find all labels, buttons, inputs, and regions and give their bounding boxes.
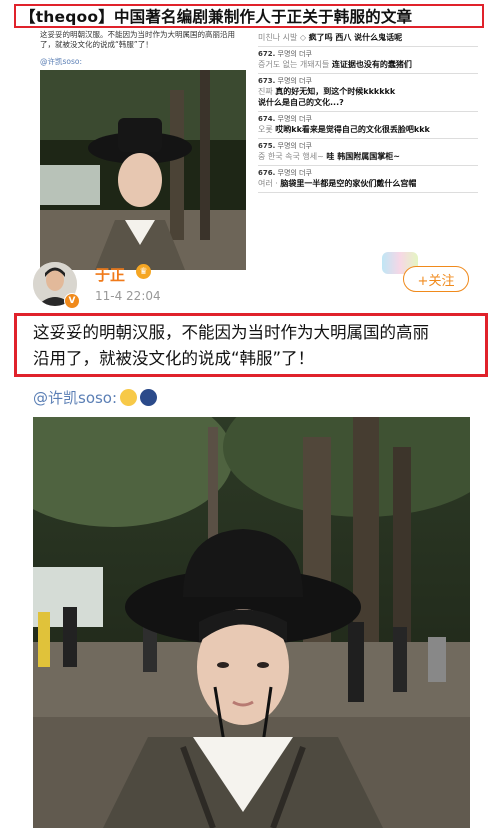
mini-post-photo [40, 70, 246, 270]
verified-badge-icon: V [64, 293, 80, 309]
post-photo[interactable] [33, 417, 470, 828]
follow-button[interactable]: +关注 [403, 266, 469, 292]
caption-line-2: 沿用了，就被没文化的说成“韩服”了！ [33, 349, 315, 368]
username[interactable]: 于正 [95, 264, 125, 285]
moon-emoji-icon [140, 389, 158, 406]
mini-post-caption: 这妥妥的明朝汉服。不能因为当时作为大明属国的高丽沿用了，就被没文化的说成“韩服”… [40, 30, 235, 49]
comment-item: 미친나 시발 ◇ 疯了吗 西八 说什么鬼话呢 [258, 30, 478, 47]
caption-line-1: 这妥妥的明朝汉服，不能因为当时作为大明属国的高丽 [33, 323, 429, 342]
mini-post-mention[interactable]: @许凯soso: [40, 56, 82, 67]
crown-badge-icon: ♛ [136, 264, 151, 279]
comment-item: 674. 무명의 더쿠 오롯 哎哟kk看来是觉得自己的文化很丢脸吧kkk [258, 112, 478, 139]
mention-text[interactable]: @许凯soso: [33, 389, 117, 407]
comment-item: 673. 무명의 더쿠 진짜 真的好无知，到这个时候kkkkkk 说什么是自己的… [258, 74, 478, 112]
comment-item: 672. 무명의 더쿠 증거도 없는 개돼지들 连证据也没有的蠢猪们 [258, 47, 478, 74]
headline-text: 【theqoo】中国著名编剧兼制作人于正关于韩服的文章 [20, 8, 413, 26]
comment-list: 미친나 시발 ◇ 疯了吗 西八 说什么鬼话呢 672. 무명의 더쿠 증거도 없… [258, 30, 478, 193]
post-time: 11-4 22:04 [95, 289, 161, 303]
headline-banner: 【theqoo】中国著名编剧兼制作人于正关于韩服的文章 [14, 4, 484, 28]
post-caption: 这妥妥的明朝汉服，不能因为当时作为大明属国的高丽 沿用了，就被没文化的说成“韩服… [14, 313, 488, 377]
comment-item: 675. 무명의 더쿠 중 한국 속국 행세~ 哇 韩国附属国掌柜~ [258, 139, 478, 166]
comment-item: 676. 무명의 더쿠 여러 · 脑袋里一半都是空的家伙们戴什么宫帽 [258, 166, 478, 193]
embedded-screenshot: 这妥妥的明朝汉服。不能因为当时作为大明属国的高丽沿用了，就被没文化的说成“韩服”… [30, 30, 478, 270]
mention-link[interactable]: @许凯soso: [33, 387, 158, 408]
thinking-emoji-icon [120, 389, 138, 406]
